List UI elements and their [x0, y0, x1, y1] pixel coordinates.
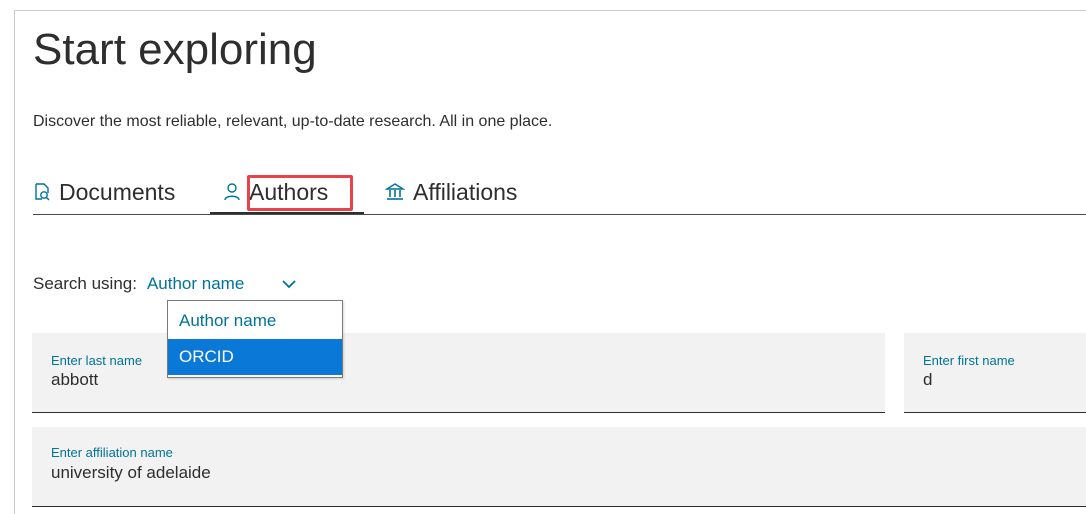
frame-border-top — [14, 10, 1086, 11]
first-name-value[interactable]: d — [923, 370, 932, 390]
tab-documents[interactable]: Documents — [33, 172, 175, 212]
annotation-highlight-box — [247, 175, 353, 211]
search-using-row: Search using: Author name — [33, 274, 296, 294]
dropdown-option-orcid[interactable]: ORCID — [168, 339, 342, 375]
affiliation-field[interactable]: Enter affiliation name university of ade… — [32, 427, 1086, 507]
document-search-icon — [33, 182, 51, 202]
search-using-dropdown: Author name ORCID — [167, 300, 343, 378]
search-using-selected-value: Author name — [146, 274, 245, 293]
first-name-field[interactable]: Enter first name d — [904, 333, 1086, 413]
tab-documents-label: Documents — [59, 178, 176, 205]
person-icon — [223, 182, 241, 202]
tab-affiliations-label: Affiliations — [413, 178, 518, 205]
search-tabs: Documents Authors Affiliations — [33, 172, 1086, 216]
page-title: Start exploring — [33, 25, 317, 74]
affiliation-value[interactable]: university of adelaide — [51, 463, 211, 483]
tab-affiliations[interactable]: Affiliations — [385, 172, 517, 212]
last-name-label: Enter last name — [51, 353, 143, 368]
search-using-select[interactable]: Author name — [147, 274, 296, 294]
affiliation-label: Enter affiliation name — [51, 445, 173, 460]
dropdown-option-author-name[interactable]: Author name — [168, 303, 342, 339]
search-using-label: Search using: — [33, 274, 137, 293]
chevron-down-icon — [282, 279, 296, 289]
tabs-divider — [33, 214, 1086, 215]
last-name-value[interactable]: abbott — [51, 370, 98, 390]
first-name-label: Enter first name — [923, 353, 1015, 368]
frame-border-left — [14, 10, 15, 514]
last-name-field[interactable]: Enter last name abbott — [32, 333, 885, 413]
institution-icon — [385, 182, 405, 202]
page-subtitle: Discover the most reliable, relevant, up… — [33, 113, 553, 130]
